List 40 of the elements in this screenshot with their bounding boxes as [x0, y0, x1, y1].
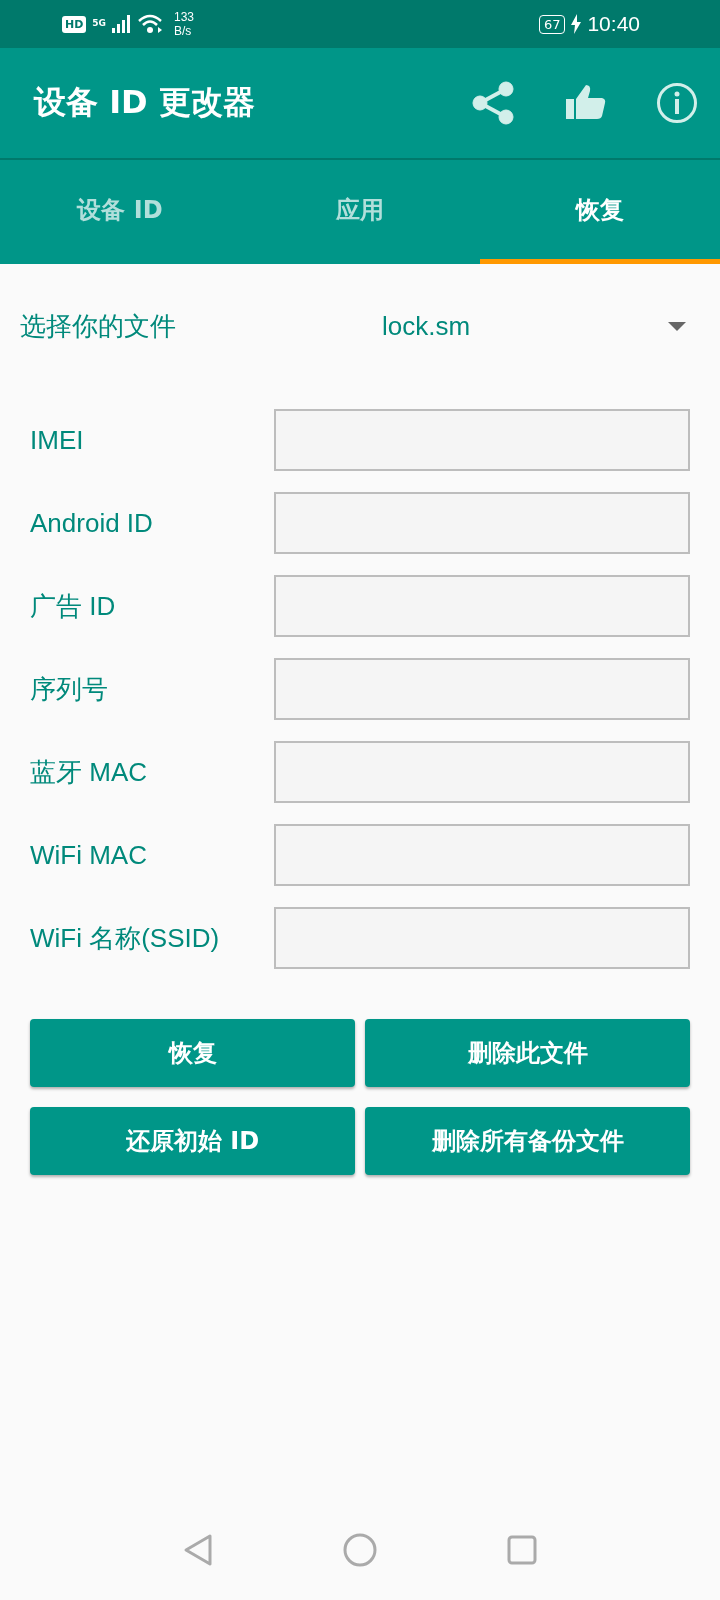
input-field[interactable]	[274, 492, 690, 554]
action-button[interactable]: 删除此文件	[365, 1019, 690, 1087]
field-label: 蓝牙 MAC	[30, 755, 148, 789]
input-field[interactable]	[274, 907, 690, 969]
dropdown-caret-icon	[668, 322, 686, 331]
file-dropdown[interactable]: lock.sm	[360, 311, 686, 342]
input-field[interactable]	[274, 824, 690, 886]
input-field[interactable]	[274, 409, 690, 471]
speed-unit: B/s	[174, 24, 193, 38]
field-label: Android ID	[30, 507, 154, 539]
action-button[interactable]: 恢复	[30, 1019, 355, 1087]
recents-icon[interactable]	[507, 1535, 537, 1565]
action-button[interactable]: 删除所有备份文件	[365, 1107, 690, 1175]
speed-value: 133	[174, 10, 195, 24]
field-label: 广告 ID	[30, 589, 117, 623]
field-label: IMEI	[30, 424, 85, 456]
input-field[interactable]	[274, 741, 690, 803]
tab[interactable]: 设备 ID	[0, 160, 240, 264]
charging-icon	[571, 14, 582, 34]
hd-badge: HD	[62, 15, 87, 33]
input-field[interactable]	[274, 575, 690, 637]
field-label: WiFi 名称(SSID)	[30, 921, 221, 955]
tab[interactable]: 恢复	[480, 160, 720, 264]
home-icon[interactable]	[343, 1533, 377, 1567]
wifi-icon	[138, 14, 164, 34]
action-button[interactable]: 还原初始 ID	[30, 1107, 355, 1175]
thumbs-up-icon[interactable]	[566, 85, 606, 121]
input-field[interactable]	[274, 658, 690, 720]
field-label: 序列号	[30, 672, 109, 706]
file-label: 选择你的文件	[20, 310, 177, 343]
battery-level: 67	[538, 14, 566, 34]
share-icon[interactable]	[470, 80, 516, 126]
clock: 10:40	[587, 12, 640, 36]
signal-icon	[112, 15, 132, 33]
tab[interactable]: 应用	[240, 160, 480, 264]
field-label: WiFi MAC	[30, 839, 148, 871]
info-icon[interactable]	[656, 82, 698, 124]
app-title: 设备 ID 更改器	[34, 82, 255, 123]
back-icon[interactable]	[183, 1533, 213, 1567]
network-type: 5G	[92, 18, 106, 28]
